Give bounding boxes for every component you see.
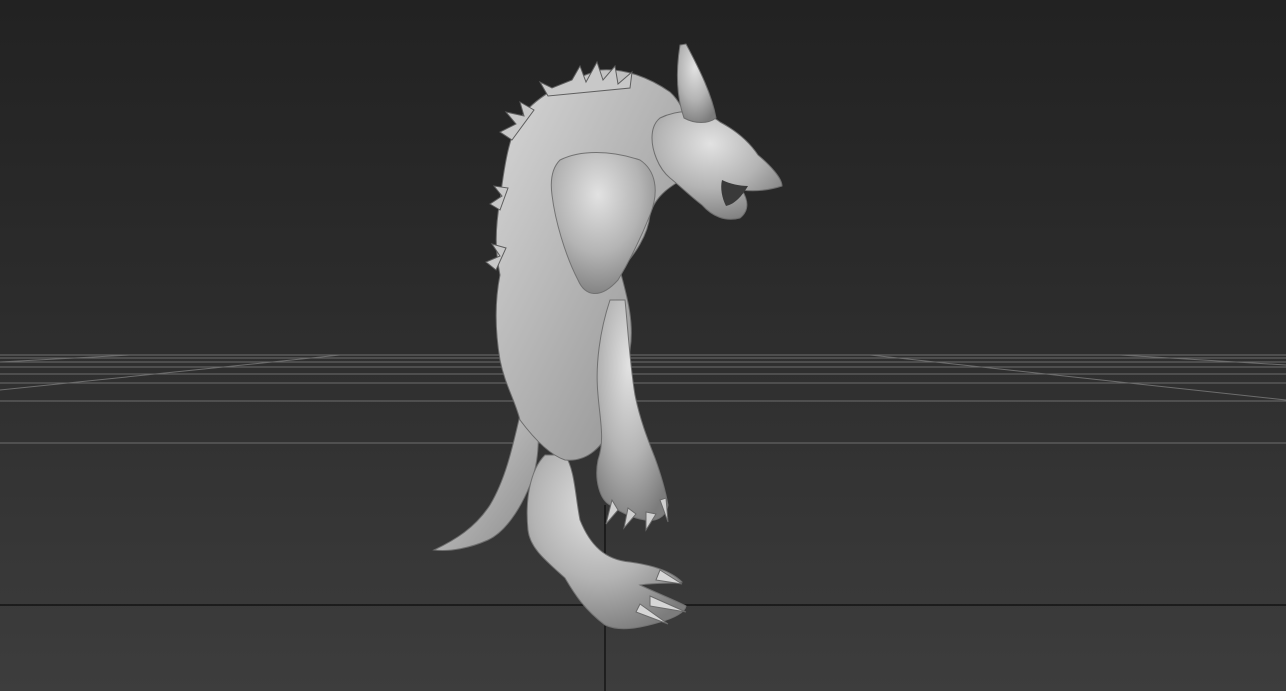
werewolf-model[interactable] [432, 43, 783, 630]
tail [432, 409, 539, 551]
viewport-canvas[interactable] [0, 0, 1286, 691]
front-arm [596, 299, 669, 521]
ear [676, 43, 717, 123]
head [651, 111, 783, 220]
3d-viewport[interactable] [0, 0, 1286, 691]
